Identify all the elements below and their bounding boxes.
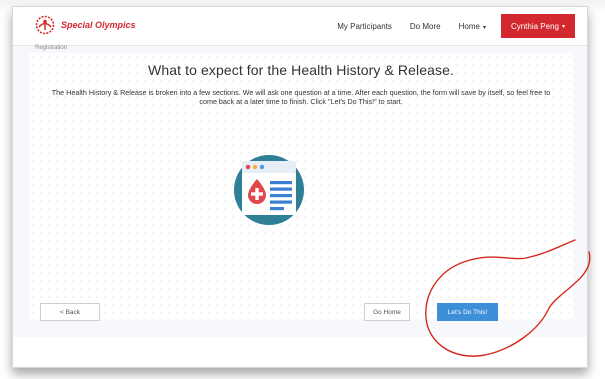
nav-my-participants[interactable]: My Participants: [328, 22, 401, 31]
brand-logo[interactable]: Special Olympics: [35, 15, 136, 35]
back-button[interactable]: < Back: [40, 303, 100, 321]
breadcrumb: Registration: [35, 45, 68, 51]
main-panel: What to expect for the Health History & …: [29, 53, 573, 321]
user-menu-button[interactable]: Cynthia Peng ▾: [500, 14, 575, 38]
chevron-down-icon: ▾: [482, 24, 486, 31]
nav-home-label: Home: [458, 21, 480, 31]
page-title: What to expect for the Health History & …: [148, 62, 454, 78]
medical-form-icon: [234, 155, 304, 225]
brand-name: Special Olympics: [61, 20, 136, 30]
page-description: The Health History & Release is broken i…: [51, 88, 551, 106]
user-name: Cynthia Peng: [510, 21, 559, 31]
special-olympics-logo-icon: [35, 15, 55, 35]
lets-do-this-button[interactable]: Let's Do This!: [437, 303, 498, 321]
chevron-down-icon: ▾: [561, 23, 565, 30]
footer-area: [13, 337, 587, 367]
top-navigation: Special Olympics My Participants Do More…: [13, 7, 587, 46]
nav-home[interactable]: Home ▾: [450, 22, 495, 31]
browser-window: Special Olympics My Participants Do More…: [12, 6, 588, 368]
nav-menu: My Participants Do More Home ▾ Cynthia Pe…: [328, 7, 575, 45]
go-home-button[interactable]: Go Home: [364, 303, 410, 321]
nav-do-more[interactable]: Do More: [401, 22, 450, 31]
